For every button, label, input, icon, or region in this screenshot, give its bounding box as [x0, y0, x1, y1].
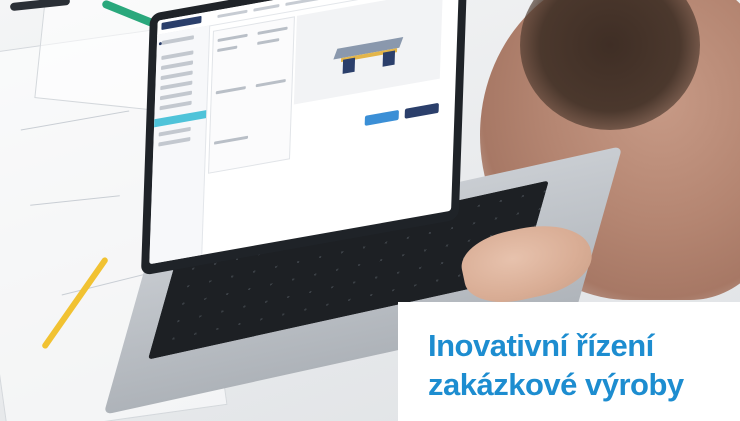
sidebar-item [160, 60, 194, 71]
sidebar-item [158, 126, 191, 137]
sidebar-item [158, 136, 191, 147]
sidebar-item [161, 35, 194, 45]
sidebar-item [161, 50, 194, 61]
laptop-display [149, 0, 460, 265]
sidebar-item [160, 80, 193, 91]
beam-support [342, 57, 356, 74]
app-nav-item [285, 0, 320, 6]
field-label [215, 86, 246, 95]
promo-box: Inovativní řízení zakázkové výroby [398, 302, 740, 421]
field-label [217, 33, 248, 43]
field-label [255, 78, 286, 88]
field-value [217, 45, 238, 53]
field-value [257, 38, 280, 45]
promo-title: Inovativní řízení zakázkové výroby [428, 328, 684, 402]
field-value [214, 135, 249, 145]
sidebar-item [160, 70, 193, 81]
beam-preview-3d [293, 0, 443, 105]
input-panel [208, 16, 295, 174]
calculate-button[interactable] [364, 109, 399, 126]
next-button[interactable] [404, 102, 439, 119]
app-sidebar [149, 25, 211, 265]
app-main [201, 0, 459, 255]
sidebar-item-active [154, 110, 207, 128]
app-nav-item [217, 9, 248, 19]
sidebar-item [159, 90, 193, 101]
app-nav-item [253, 4, 280, 12]
sidebar-item [159, 100, 192, 111]
beam-support [382, 50, 396, 67]
field-label [257, 26, 288, 35]
